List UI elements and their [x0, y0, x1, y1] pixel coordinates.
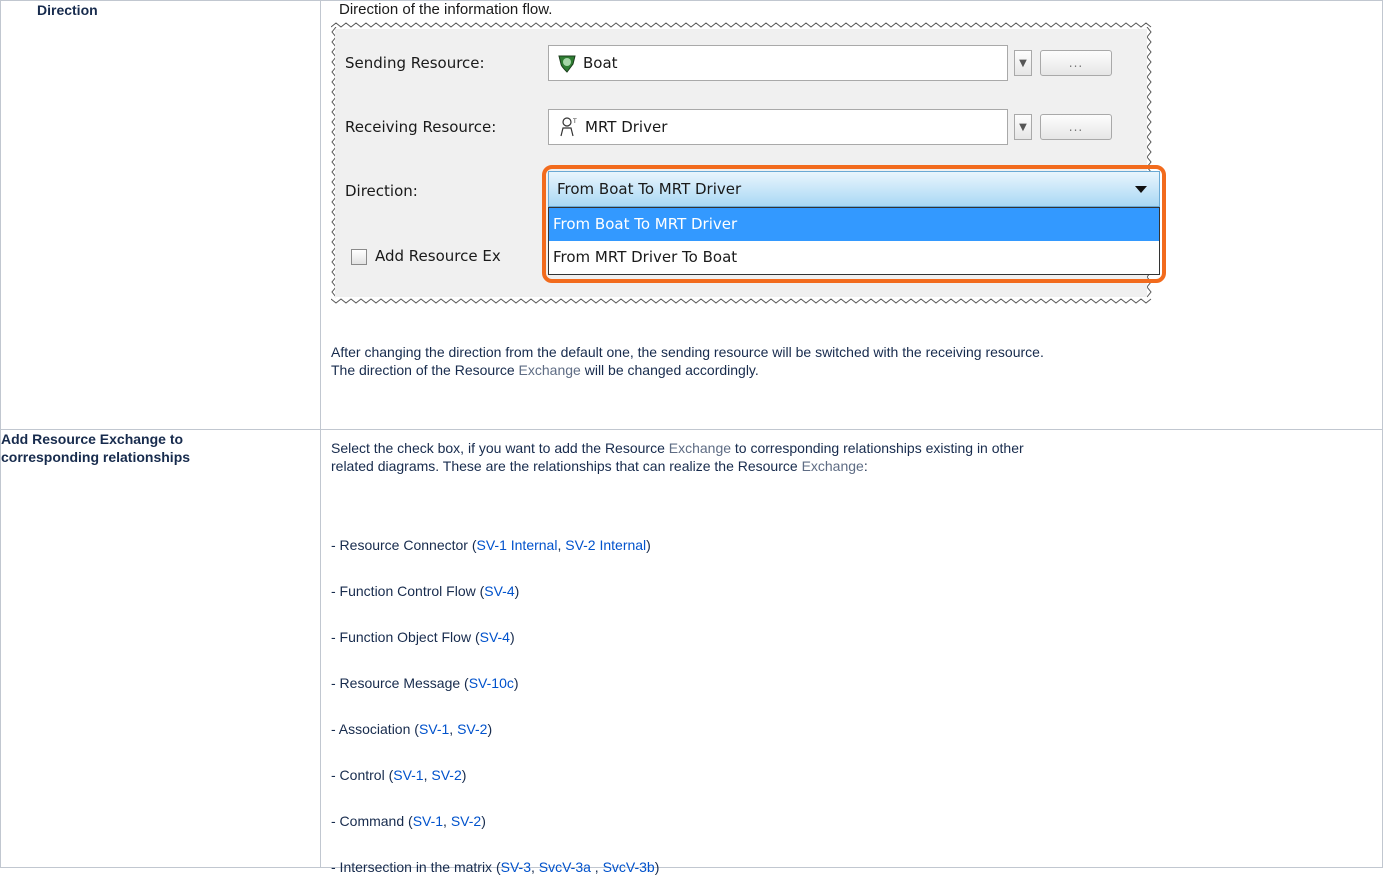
viewpoint-link[interactable]: SV-2 — [451, 813, 481, 829]
chevron-down-icon: ▼ — [1019, 57, 1027, 69]
performer-icon: T — [560, 117, 577, 137]
relationship-item-suffix: ) — [509, 629, 515, 645]
viewpoint-link[interactable]: SV-1 — [413, 813, 443, 829]
relationship-item: - Control (SV-1, SV-2) — [331, 766, 1372, 784]
relationship-item-suffix: ) — [654, 859, 660, 875]
viewpoint-link[interactable]: SV-10c — [469, 675, 514, 691]
relationship-item: - Resource Connector (SV-1 Internal, SV-… — [331, 536, 1372, 554]
relationship-item-suffix: ) — [646, 537, 651, 553]
resource-shield-icon — [558, 55, 576, 73]
separator: , — [443, 813, 451, 829]
separator: , — [530, 859, 539, 875]
add-resource-exchange-label-line-1: Add Resource Exchange to — [1, 431, 184, 447]
direction-label-text: Direction — [37, 2, 98, 18]
viewpoint-link[interactable]: SvcV-3b — [603, 859, 655, 875]
row-add-resource-exchange: Add Resource Exchange to corresponding r… — [0, 429, 1383, 875]
direction-highlight-frame — [542, 165, 1166, 283]
direction-note: After changing the direction from the de… — [331, 343, 1372, 379]
relationship-item-text: - Control ( — [331, 767, 394, 783]
relationship-item-text: - Resource Connector ( — [331, 537, 477, 553]
viewpoint-link[interactable]: SV-2 Internal — [565, 537, 646, 553]
sending-resource-field[interactable]: Boat — [548, 45, 1008, 81]
row-label-direction: Direction — [0, 0, 321, 430]
dialog-caption: Direction of the information flow. — [339, 1, 553, 18]
viewpoint-link[interactable]: SV-4 — [480, 629, 510, 645]
intro-line-2: related diagrams. These are the relation… — [331, 458, 868, 474]
relationship-item-text: - Function Control Flow ( — [331, 583, 485, 599]
relationship-item: - Association (SV-1, SV-2) — [331, 720, 1372, 738]
row-direction: Direction Direction of the information f… — [0, 0, 1383, 430]
add-resource-exchange-intro: Select the check box, if you want to add… — [331, 439, 1372, 475]
add-resource-exchange-checkbox[interactable] — [351, 249, 367, 265]
dialog-screenshot: Direction of the information flow. Sendi… — [331, 1, 1166, 305]
receiving-resource-browse-button[interactable]: ... — [1040, 114, 1112, 140]
sending-resource-label: Sending Resource: — [345, 54, 485, 72]
relationship-item: - Intersection in the matrix (SV-3, SvcV… — [331, 858, 1372, 876]
relationship-item-suffix: ) — [481, 813, 486, 829]
relationship-item: - Function Object Flow (SV-4) — [331, 628, 1372, 646]
relationship-item-suffix: ) — [513, 675, 519, 691]
row-label-add-resource-exchange: Add Resource Exchange to corresponding r… — [0, 429, 321, 868]
viewpoint-link[interactable]: SV-3 — [501, 859, 531, 875]
relationship-item-text: - Function Object Flow ( — [331, 629, 480, 645]
row-content-direction: Direction of the information flow. Sendi… — [320, 0, 1383, 430]
viewpoint-link[interactable]: SV-1 — [393, 767, 423, 783]
viewpoint-link[interactable]: SV-2 — [457, 721, 487, 737]
sending-resource-browse-button[interactable]: ... — [1040, 50, 1112, 76]
sending-resource-value: Boat — [583, 54, 618, 72]
viewpoint-link[interactable]: SV-1 Internal — [477, 537, 558, 553]
viewpoint-link[interactable]: SV-4 — [484, 583, 514, 599]
intro-line-1: Select the check box, if you want to add… — [331, 440, 1024, 456]
relationship-item-suffix: ) — [461, 767, 467, 783]
receiving-resource-value: MRT Driver — [585, 118, 668, 136]
relationship-item: - Resource Message (SV-10c) — [331, 674, 1372, 692]
svg-text:T: T — [572, 118, 577, 125]
add-resource-exchange-checkbox-label: Add Resource Ex — [375, 247, 501, 265]
viewpoint-link[interactable]: SV-1 — [419, 721, 449, 737]
relationship-item-text: - Association ( — [331, 721, 419, 737]
chevron-down-icon: ▼ — [1019, 121, 1027, 133]
relationship-item: - Function Control Flow (SV-4) — [331, 582, 1372, 600]
separator: , — [449, 721, 458, 737]
receiving-resource-dropdown-button[interactable]: ▼ — [1014, 114, 1032, 140]
direction-field-label: Direction: — [345, 182, 418, 200]
separator: , — [590, 859, 603, 875]
direction-note-line-1: After changing the direction from the de… — [331, 344, 1044, 360]
direction-note-line-2: The direction of the Resource Exchange w… — [331, 362, 759, 378]
relationship-item: - Command (SV-1, SV-2) — [331, 812, 1372, 830]
row-content-add-resource-exchange: Select the check box, if you want to add… — [320, 429, 1383, 875]
receiving-resource-label: Receiving Resource: — [345, 118, 497, 136]
sending-resource-dropdown-button[interactable]: ▼ — [1014, 50, 1032, 76]
relationship-item-text: - Command ( — [331, 813, 413, 829]
relationship-item-suffix: ) — [514, 583, 520, 599]
relationship-item-text: - Intersection in the matrix ( — [331, 859, 501, 875]
viewpoint-link[interactable]: SvcV-3a — [539, 859, 591, 875]
receiving-resource-field[interactable]: T MRT Driver — [548, 109, 1008, 145]
relationship-item-suffix: ) — [487, 721, 493, 737]
relationship-item-text: - Resource Message ( — [331, 675, 469, 691]
viewpoint-link[interactable]: SV-2 — [431, 767, 461, 783]
properties-table: Direction Direction of the information f… — [0, 0, 1383, 875]
add-resource-exchange-label-line-2: corresponding relationships — [1, 449, 191, 465]
